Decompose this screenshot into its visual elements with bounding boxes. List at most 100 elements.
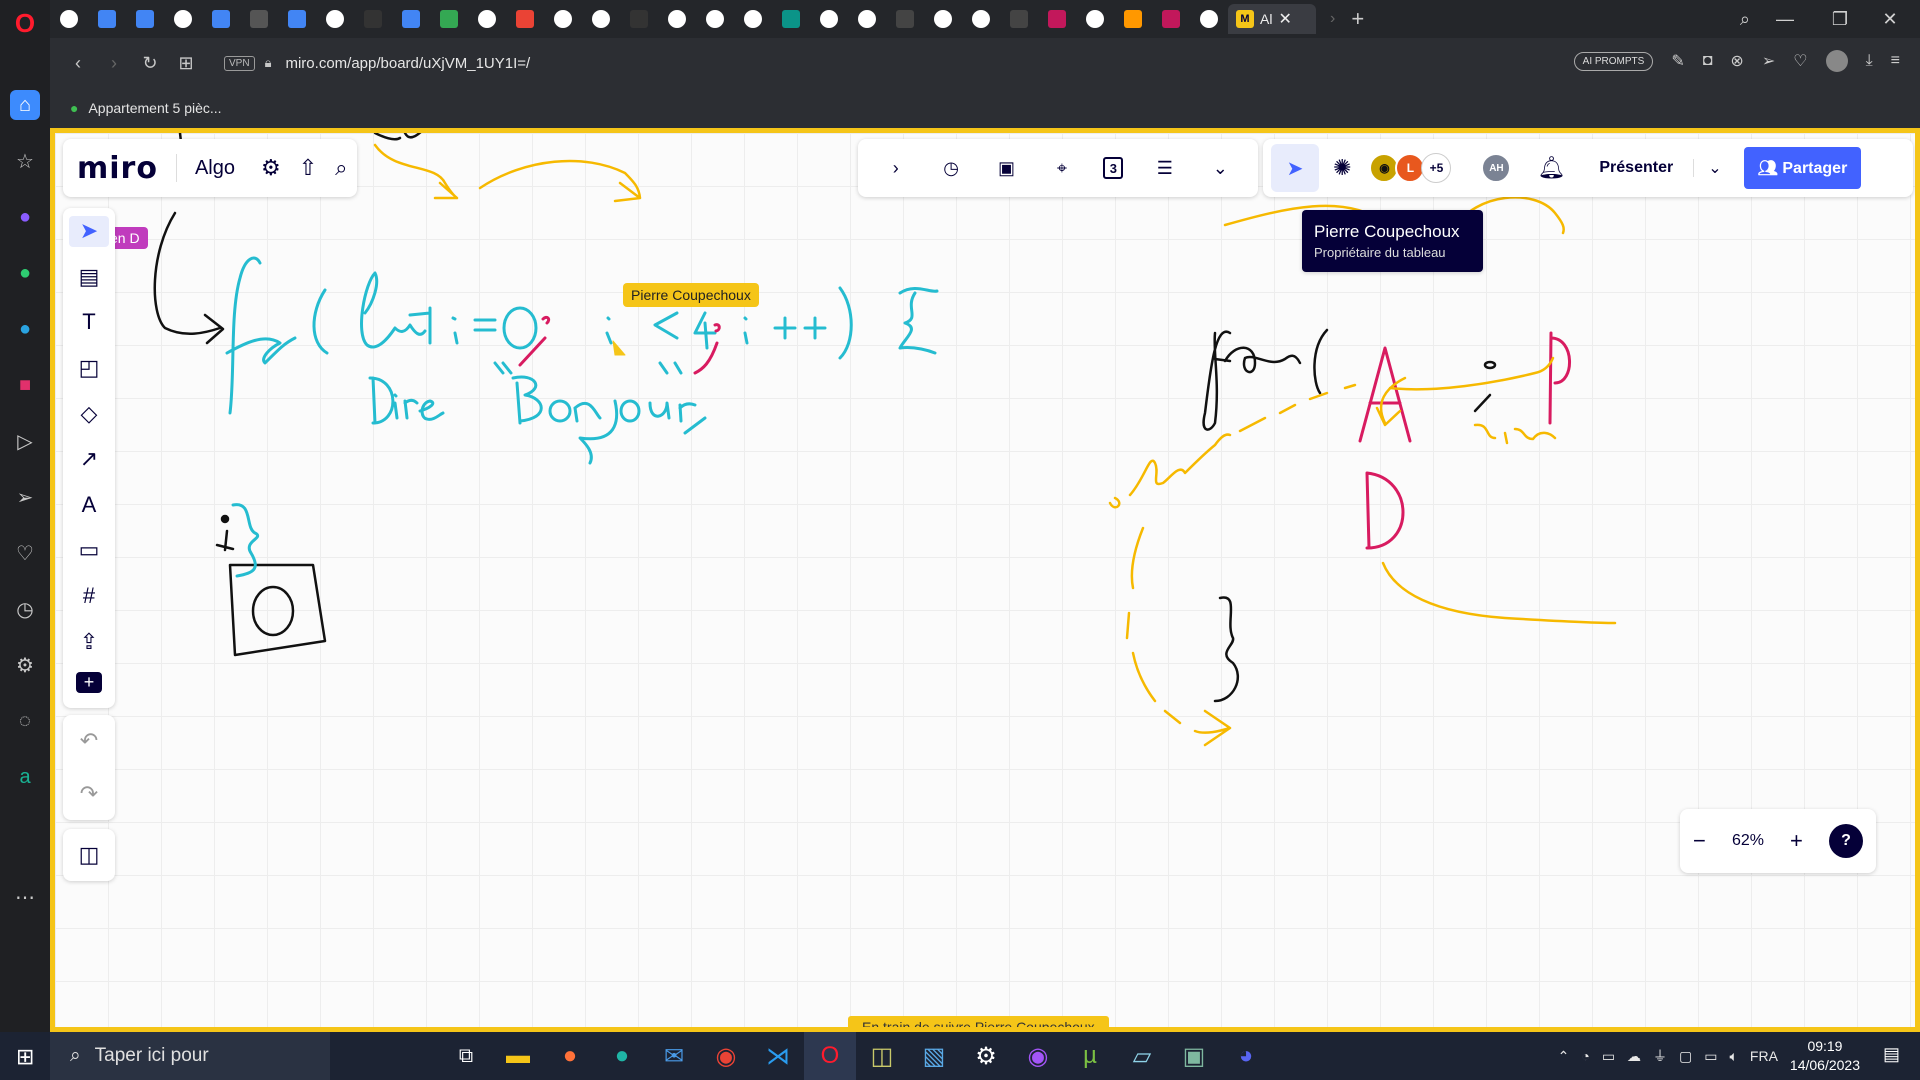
home-icon[interactable]: ⌂ [10, 90, 40, 120]
browser-tab[interactable] [1038, 4, 1076, 34]
chevron-up-icon[interactable]: ⌃ [1558, 1048, 1570, 1065]
present-button[interactable]: Présenter [1599, 159, 1695, 177]
window-close-icon[interactable]: ✕ [1865, 9, 1915, 30]
opera-logo-icon[interactable]: O [10, 8, 40, 38]
board-menu-button[interactable]: ◫ [63, 829, 115, 881]
whatsapp-icon[interactable]: ● [10, 258, 40, 288]
tab-active[interactable]: M Al ✕ [1228, 4, 1316, 34]
settings-icon[interactable]: ⚙ [960, 1032, 1012, 1080]
mail-icon[interactable]: ✉ [648, 1032, 700, 1080]
send-icon[interactable]: ➢ [10, 482, 40, 512]
bell-icon[interactable]: 🔔︎ [1537, 155, 1565, 181]
vpn-badge[interactable]: VPN [224, 55, 255, 71]
reactions-icon[interactable]: ✺ [1333, 155, 1351, 181]
app-icon[interactable]: ◫ [856, 1032, 908, 1080]
menu-icon[interactable]: ≡ [1891, 52, 1900, 70]
browser-tab[interactable] [1114, 4, 1152, 34]
battery-icon[interactable]: ▭ [1704, 1048, 1717, 1065]
microphone-icon[interactable]: ⏚ [1653, 1046, 1667, 1066]
messenger-icon[interactable]: ● [10, 202, 40, 232]
browser-tab[interactable] [430, 4, 468, 34]
upload-icon[interactable]: ⇧ [299, 155, 317, 181]
heart-icon[interactable]: ♡ [10, 538, 40, 568]
cloud-icon[interactable]: ☁ [1627, 1048, 1641, 1065]
utorrent-icon[interactable]: µ [1064, 1032, 1116, 1080]
edit-icon[interactable]: ✎ [1671, 51, 1684, 71]
browser-tab[interactable] [658, 4, 696, 34]
search-icon[interactable]: ⌕ [1740, 9, 1750, 30]
windows-start-icon[interactable]: ⊞ [16, 1044, 34, 1070]
browser-tab[interactable] [1076, 4, 1114, 34]
browser-tab[interactable] [962, 4, 1000, 34]
tabs-grid-icon[interactable]: ⊞ [168, 53, 204, 74]
aria-icon[interactable]: a [10, 762, 40, 792]
task-view-icon[interactable]: ⧉ [440, 1032, 492, 1080]
send-icon[interactable]: ➢ [1762, 51, 1775, 71]
forward-icon[interactable]: › [96, 53, 132, 74]
download-icon[interactable]: ⤓ [1866, 52, 1873, 70]
browser-tab[interactable] [924, 4, 962, 34]
browser-tab[interactable] [886, 4, 924, 34]
photos-icon[interactable]: ▧ [908, 1032, 960, 1080]
browser-tab[interactable] [468, 4, 506, 34]
cursor-filter-icon[interactable]: ➤ [1271, 144, 1319, 192]
comment-icon[interactable]: ▭ [69, 535, 109, 566]
browser-tab[interactable] [1190, 4, 1228, 34]
profile-icon[interactable] [1825, 50, 1848, 72]
minimize-icon[interactable]: — [1760, 9, 1810, 30]
following-banner[interactable]: En train de suivre Pierre Coupechoux [848, 1016, 1109, 1027]
restore-icon[interactable]: ❐ [1815, 9, 1865, 30]
zoom-out-icon[interactable]: − [1693, 828, 1706, 854]
zoom-in-icon[interactable]: + [1790, 828, 1803, 854]
camera-icon[interactable]: ◘ [1703, 52, 1713, 70]
upload-icon[interactable]: ⇪ [69, 626, 109, 657]
browser-tab[interactable] [772, 4, 810, 34]
video-icon[interactable]: ▣ [993, 154, 1021, 182]
discord-alt-icon[interactable]: ◉ [1012, 1032, 1064, 1080]
browser-tab[interactable] [1152, 4, 1190, 34]
language-indicator[interactable]: FRA [1750, 1048, 1778, 1064]
discord-icon[interactable]: ◕ [1220, 1032, 1272, 1080]
vscode-icon[interactable]: ⋊ [752, 1032, 804, 1080]
url-field[interactable]: miro.com/app/board/uXjVM_1UY1I=/ [285, 55, 530, 72]
browser-tab[interactable] [506, 4, 544, 34]
browser-tab[interactable] [126, 4, 164, 34]
settings-icon[interactable]: ⚙ [261, 155, 281, 181]
avatar-more[interactable]: +5 [1421, 153, 1452, 183]
clock[interactable]: 09:19 14/06/2023 [1790, 1037, 1860, 1075]
browser-tab[interactable] [202, 4, 240, 34]
file-explorer-icon[interactable]: ▬ [492, 1032, 544, 1080]
lightbulb-icon[interactable]: ◌ [10, 706, 40, 736]
notifications-icon[interactable]: ▤ [1883, 1044, 1900, 1065]
browser-tab[interactable] [582, 4, 620, 34]
history-icon[interactable]: ◷ [10, 594, 40, 624]
browser-tab[interactable] [164, 4, 202, 34]
focus-icon[interactable]: ⌖ [1048, 154, 1076, 182]
back-icon[interactable]: ‹ [60, 53, 96, 74]
volume-icon[interactable]: 🔈︎ [1730, 1048, 1738, 1065]
browser-tab[interactable] [848, 4, 886, 34]
telegram-icon[interactable]: ● [10, 314, 40, 344]
opera-icon[interactable]: O [804, 1032, 856, 1080]
share-button[interactable]: 👥︎ Partager [1743, 147, 1862, 189]
network-icon[interactable]: ◔ [1581, 1048, 1589, 1064]
close-icon[interactable]: ✕ [1278, 9, 1291, 29]
select-icon[interactable]: ➤ [69, 216, 109, 247]
browser-tab[interactable] [696, 4, 734, 34]
add-icon[interactable]: + [76, 671, 102, 693]
browser-tab[interactable] [734, 4, 772, 34]
browser-tab[interactable] [392, 4, 430, 34]
redo-icon[interactable]: ↷ [80, 781, 98, 807]
star-icon[interactable]: ☆ [10, 146, 40, 176]
sticky-note-icon[interactable]: ◰ [69, 353, 109, 384]
display-icon[interactable]: ▢ [1679, 1048, 1692, 1065]
help-button[interactable]: ? [1828, 824, 1863, 858]
text-icon[interactable]: T [69, 307, 109, 338]
frame-icon[interactable]: # [69, 581, 109, 612]
chrome-icon[interactable]: ◉ [700, 1032, 752, 1080]
block-icon[interactable]: ⊗ [1730, 51, 1743, 71]
browser-tab[interactable] [88, 4, 126, 34]
browser-tab[interactable] [1000, 4, 1038, 34]
browser-tab[interactable] [240, 4, 278, 34]
reload-icon[interactable]: ↻ [132, 53, 168, 74]
